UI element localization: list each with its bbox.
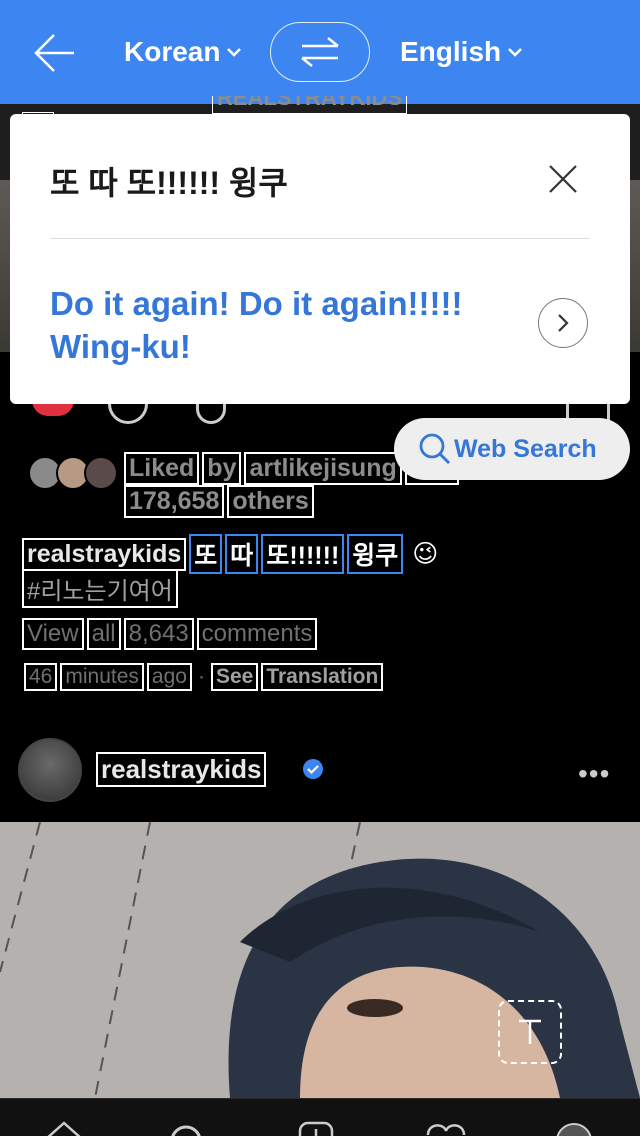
- chevron-down-icon: [227, 48, 242, 57]
- activity-heart-icon[interactable]: [424, 1121, 468, 1136]
- new-post-icon[interactable]: [296, 1121, 336, 1136]
- selected-word[interactable]: 윙쿠: [347, 534, 404, 574]
- see-translation-link[interactable]: Translation: [261, 663, 384, 691]
- detected-word[interactable]: others: [227, 485, 314, 518]
- timestamp-line: 46 minutes ago · See Translation: [24, 663, 384, 691]
- open-translation-button[interactable]: [538, 298, 588, 348]
- wink-emoji: 😉: [412, 540, 439, 568]
- verified-badge-icon: [303, 759, 323, 779]
- arrow-left-icon: [34, 34, 74, 72]
- search-icon: [419, 433, 451, 465]
- target-language-dropdown[interactable]: English: [400, 36, 523, 68]
- post-author-avatar[interactable]: [18, 738, 82, 802]
- hashtag-line: #리노는기여어: [22, 569, 178, 608]
- selected-word[interactable]: 또: [189, 534, 223, 574]
- selected-word[interactable]: 또!!!!!!: [261, 534, 345, 574]
- comments-count[interactable]: 8,643: [123, 618, 194, 650]
- selected-word[interactable]: 따: [225, 534, 259, 574]
- translated-text[interactable]: Do it again! Do it again!!!!! Wing-ku!: [50, 282, 520, 368]
- detected-word[interactable]: Liked: [124, 452, 200, 485]
- text-select-button[interactable]: [498, 1000, 562, 1064]
- detected-word[interactable]: View: [22, 618, 84, 650]
- translation-card: 또 따 또!!!!!! 윙쿠 Do it again! Do it again!…: [10, 114, 630, 404]
- see-translation-link[interactable]: See: [210, 663, 259, 691]
- detected-word[interactable]: comments: [196, 618, 318, 650]
- liked-by-avatars[interactable]: [28, 456, 120, 492]
- post-username[interactable]: realstraykids: [96, 752, 267, 787]
- source-text: 또 따 또!!!!!! 윙쿠: [50, 165, 288, 201]
- chevron-down-icon: [508, 48, 523, 57]
- home-icon[interactable]: [44, 1121, 84, 1136]
- caption: realstraykids 또 따 또!!!!!! 윙쿠 😉: [22, 534, 438, 574]
- view-comments-link[interactable]: View all 8,643 comments: [22, 618, 318, 650]
- hashtag[interactable]: #리노는기여어: [22, 569, 178, 608]
- close-icon[interactable]: [546, 162, 580, 196]
- detected-word[interactable]: 46: [24, 663, 58, 691]
- back-button[interactable]: [30, 30, 80, 76]
- feed-header-username: REALSTRAYKIDS: [212, 96, 407, 114]
- chevron-right-icon: [558, 314, 569, 332]
- likes-count[interactable]: 178,658: [124, 485, 225, 518]
- avatar: [84, 456, 118, 490]
- web-search-label: Web Search: [454, 434, 597, 463]
- source-language-label: Korean: [124, 36, 221, 67]
- search-icon[interactable]: [166, 1121, 206, 1136]
- detected-word[interactable]: minutes: [60, 663, 144, 691]
- divider: [50, 238, 590, 239]
- more-options-button[interactable]: •••: [578, 758, 610, 790]
- likes-count-line: 178,658 others: [124, 485, 314, 518]
- translator-toolbar: Korean English: [0, 0, 640, 104]
- separator-dot: ·: [197, 665, 205, 688]
- target-language-label: English: [400, 36, 502, 67]
- source-language-dropdown[interactable]: Korean: [124, 36, 242, 68]
- web-search-button[interactable]: Web Search: [394, 418, 630, 480]
- profile-avatar-icon[interactable]: [554, 1121, 594, 1136]
- text-select-icon: [519, 1019, 541, 1044]
- swap-arrows-icon: [301, 37, 339, 67]
- swap-languages-button[interactable]: [270, 22, 370, 82]
- bottom-nav: [0, 1098, 640, 1136]
- caption-username[interactable]: realstraykids: [22, 537, 187, 571]
- detected-word[interactable]: artlikejisung: [244, 452, 402, 485]
- detected-word[interactable]: all: [86, 618, 121, 650]
- detected-word[interactable]: by: [202, 452, 242, 485]
- detected-word[interactable]: ago: [146, 663, 192, 691]
